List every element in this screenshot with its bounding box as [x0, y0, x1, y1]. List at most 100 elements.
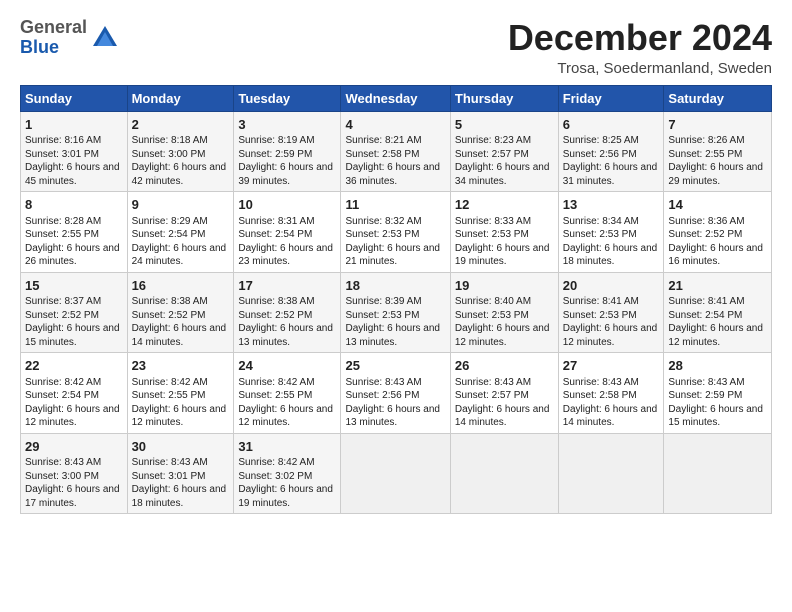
- sunrise: Sunrise: 8:39 AM: [345, 296, 421, 307]
- day-number: 31: [238, 438, 336, 456]
- daylight: Daylight: 6 hours and 18 minutes.: [563, 243, 658, 268]
- daylight: Daylight: 6 hours and 12 minutes.: [563, 323, 658, 348]
- day-number: 21: [668, 277, 767, 295]
- day-number: 5: [455, 116, 554, 134]
- sunset: Sunset: 2:55 PM: [238, 390, 312, 401]
- day-number: 2: [132, 116, 230, 134]
- daylight: Daylight: 6 hours and 13 minutes.: [238, 323, 333, 348]
- day-number: 27: [563, 357, 660, 375]
- sunrise: Sunrise: 8:19 AM: [238, 135, 314, 146]
- sunset: Sunset: 2:52 PM: [25, 310, 99, 321]
- day-number: 11: [345, 196, 445, 214]
- sunset: Sunset: 2:53 PM: [345, 229, 419, 240]
- day-number: 10: [238, 196, 336, 214]
- sunrise: Sunrise: 8:33 AM: [455, 216, 531, 227]
- sunset: Sunset: 3:01 PM: [132, 471, 206, 482]
- sunset: Sunset: 2:52 PM: [238, 310, 312, 321]
- calendar-cell: 24Sunrise: 8:42 AMSunset: 2:55 PMDayligh…: [234, 353, 341, 434]
- sunrise: Sunrise: 8:43 AM: [563, 377, 639, 388]
- daylight: Daylight: 6 hours and 12 minutes.: [455, 323, 550, 348]
- daylight: Daylight: 6 hours and 16 minutes.: [668, 243, 763, 268]
- day-number: 29: [25, 438, 123, 456]
- calendar-cell: 21Sunrise: 8:41 AMSunset: 2:54 PMDayligh…: [664, 272, 772, 353]
- sunset: Sunset: 3:00 PM: [25, 471, 99, 482]
- header-sunday: Sunday: [21, 85, 128, 111]
- day-number: 19: [455, 277, 554, 295]
- calendar-cell: 3Sunrise: 8:19 AMSunset: 2:59 PMDaylight…: [234, 111, 341, 192]
- header-wednesday: Wednesday: [341, 85, 450, 111]
- sunset: Sunset: 2:59 PM: [668, 390, 742, 401]
- calendar-cell: 19Sunrise: 8:40 AMSunset: 2:53 PMDayligh…: [450, 272, 558, 353]
- daylight: Daylight: 6 hours and 17 minutes.: [25, 484, 120, 509]
- subtitle: Trosa, Soedermanland, Sweden: [508, 60, 772, 77]
- daylight: Daylight: 6 hours and 29 minutes.: [668, 162, 763, 187]
- sunset: Sunset: 2:53 PM: [563, 310, 637, 321]
- sunrise: Sunrise: 8:42 AM: [25, 377, 101, 388]
- calendar-cell: 22Sunrise: 8:42 AMSunset: 2:54 PMDayligh…: [21, 353, 128, 434]
- sunset: Sunset: 2:56 PM: [345, 390, 419, 401]
- day-number: 1: [25, 116, 123, 134]
- daylight: Daylight: 6 hours and 19 minutes.: [238, 484, 333, 509]
- day-number: 12: [455, 196, 554, 214]
- sunrise: Sunrise: 8:42 AM: [132, 377, 208, 388]
- day-number: 7: [668, 116, 767, 134]
- header-monday: Monday: [127, 85, 234, 111]
- header-row: SundayMondayTuesdayWednesdayThursdayFrid…: [21, 85, 772, 111]
- daylight: Daylight: 6 hours and 31 minutes.: [563, 162, 658, 187]
- sunset: Sunset: 3:00 PM: [132, 149, 206, 160]
- sunset: Sunset: 2:55 PM: [132, 390, 206, 401]
- sunrise: Sunrise: 8:18 AM: [132, 135, 208, 146]
- daylight: Daylight: 6 hours and 36 minutes.: [345, 162, 440, 187]
- calendar-cell: 6Sunrise: 8:25 AMSunset: 2:56 PMDaylight…: [558, 111, 664, 192]
- sunrise: Sunrise: 8:41 AM: [668, 296, 744, 307]
- day-number: 28: [668, 357, 767, 375]
- daylight: Daylight: 6 hours and 13 minutes.: [345, 323, 440, 348]
- sunrise: Sunrise: 8:37 AM: [25, 296, 101, 307]
- daylight: Daylight: 6 hours and 14 minutes.: [563, 404, 658, 429]
- sunrise: Sunrise: 8:16 AM: [25, 135, 101, 146]
- daylight: Daylight: 6 hours and 19 minutes.: [455, 243, 550, 268]
- week-row-2: 8Sunrise: 8:28 AMSunset: 2:55 PMDaylight…: [21, 192, 772, 273]
- sunrise: Sunrise: 8:40 AM: [455, 296, 531, 307]
- sunset: Sunset: 2:53 PM: [455, 229, 529, 240]
- day-number: 14: [668, 196, 767, 214]
- logo-general: General: [20, 17, 87, 37]
- calendar-cell: 27 Sunrise: 8:43 AM Sunset: 2:58 PM Dayligh…: [558, 353, 664, 434]
- calendar-cell: 11Sunrise: 8:32 AMSunset: 2:53 PMDayligh…: [341, 192, 450, 273]
- sunset: Sunset: 3:01 PM: [25, 149, 99, 160]
- daylight: Daylight: 6 hours and 39 minutes.: [238, 162, 333, 187]
- daylight: Daylight: 6 hours and 14 minutes.: [455, 404, 550, 429]
- header-saturday: Saturday: [664, 85, 772, 111]
- day-number: 17: [238, 277, 336, 295]
- calendar-cell: [450, 433, 558, 514]
- daylight: Daylight: 6 hours and 42 minutes.: [132, 162, 227, 187]
- calendar-cell: 28Sunrise: 8:43 AMSunset: 2:59 PMDayligh…: [664, 353, 772, 434]
- page: General Blue December 2024 Trosa, Soeder…: [0, 0, 792, 524]
- header-friday: Friday: [558, 85, 664, 111]
- sunset: Sunset: 2:56 PM: [563, 149, 637, 160]
- week-row-1: 1Sunrise: 8:16 AM Sunset: 3:01 PM Daylight…: [21, 111, 772, 192]
- sunrise: Sunrise: 8:43 AM: [455, 377, 531, 388]
- sunrise: Sunrise: 8:21 AM: [345, 135, 421, 146]
- day-number: 22: [25, 357, 123, 375]
- daylight: Daylight: 6 hours and 24 minutes.: [132, 243, 227, 268]
- day-number: 15: [25, 277, 123, 295]
- sunrise: Sunrise: 8:25 AM: [563, 135, 639, 146]
- week-row-3: 15Sunrise: 8:37 AM Sunset: 2:52 PM Dayligh…: [21, 272, 772, 353]
- day-number: 24: [238, 357, 336, 375]
- daylight: Daylight: 6 hours and 12 minutes.: [238, 404, 333, 429]
- week-row-5: 29Sunrise: 8:43 AMSunset: 3:00 PMDayligh…: [21, 433, 772, 514]
- day-number: 13: [563, 196, 660, 214]
- day-number: 23: [132, 357, 230, 375]
- sunset: Sunset: 2:54 PM: [132, 229, 206, 240]
- sunset: Sunset: 2:58 PM: [563, 390, 637, 401]
- calendar-cell: 23Sunrise: 8:42 AMSunset: 2:55 PMDayligh…: [127, 353, 234, 434]
- sunrise: Sunrise: 8:38 AM: [132, 296, 208, 307]
- sunrise: Sunrise: 8:43 AM: [345, 377, 421, 388]
- sunset: Sunset: 2:54 PM: [238, 229, 312, 240]
- sunset: Sunset: 2:54 PM: [25, 390, 99, 401]
- header-tuesday: Tuesday: [234, 85, 341, 111]
- calendar-cell: 16Sunrise: 8:38 AMSunset: 2:52 PMDayligh…: [127, 272, 234, 353]
- calendar-cell: 2Sunrise: 8:18 AM Sunset: 3:00 PM Daylight…: [127, 111, 234, 192]
- calendar-cell: 12 Sunrise: 8:33 AM Sunset: 2:53 PM Dayligh…: [450, 192, 558, 273]
